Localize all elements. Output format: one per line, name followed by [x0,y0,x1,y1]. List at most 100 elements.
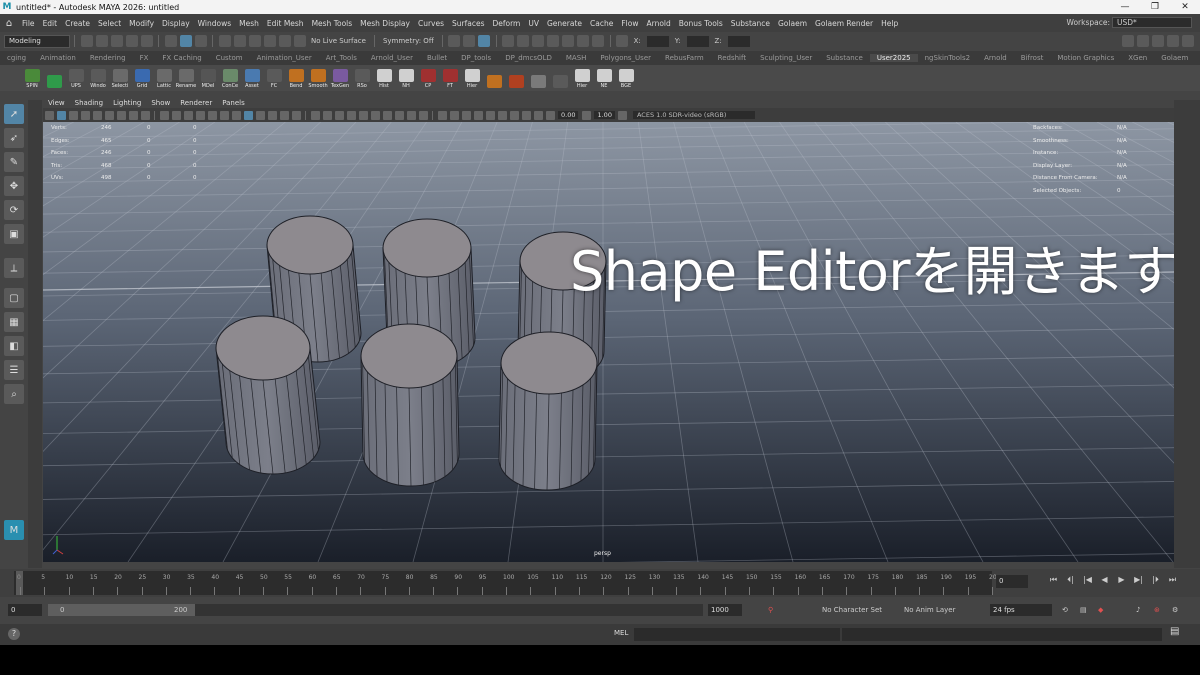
panel-tool-icon[interactable] [533,110,543,120]
rotate-tool-icon[interactable]: ⟳ [4,200,24,220]
snap-surface-icon[interactable] [278,35,291,47]
snap-point-icon[interactable] [248,35,261,47]
panel-tool-icon[interactable] [243,110,253,120]
select-tool-icon[interactable]: ➚ [4,104,24,124]
timeline-track[interactable]: 0510152025303540455055606570758085909510… [14,571,997,595]
menu-bonus-tools[interactable]: Bonus Tools [675,19,727,28]
panel-tool-icon[interactable] [104,110,114,120]
step-forward-key-icon[interactable]: |⏵ [1147,575,1164,585]
shelf-tab[interactable]: Arnold_User [364,54,420,62]
shelf-button[interactable]: FC [264,67,284,89]
panel-tool-icon[interactable] [406,110,416,120]
undo-icon[interactable] [125,35,138,47]
panel-tool-icon[interactable] [473,110,483,120]
fps-dropdown[interactable]: 24 fps [990,604,1052,616]
panel-tool-icon[interactable] [497,110,507,120]
panel-tool-icon[interactable] [334,110,344,120]
shelf-button[interactable]: Lattic [154,67,174,89]
mash-icon[interactable]: M [4,520,24,540]
hypershade-icon[interactable] [517,35,530,47]
menu-mesh-tools[interactable]: Mesh Tools [308,19,357,28]
play-backwards-icon[interactable]: ◀ [1096,575,1113,585]
snap-grid-icon[interactable] [218,35,231,47]
loop-icon[interactable]: ⟲ [1062,604,1068,616]
panel-tool-icon[interactable] [291,110,301,120]
snap-curve-icon[interactable] [233,35,246,47]
animation-end-field[interactable]: 1000 [708,604,742,616]
outliner-icon[interactable]: ☰ [4,360,24,380]
shelf-button[interactable]: FT [440,67,460,89]
shelf-button[interactable]: RSo [352,67,372,89]
panel-tool-icon[interactable] [370,110,380,120]
move-tool-icon[interactable]: ✥ [4,176,24,196]
menu-generate[interactable]: Generate [543,19,586,28]
shelf-button[interactable]: SPIN [22,67,42,89]
panel-tool-icon[interactable] [322,110,332,120]
step-back-key-icon[interactable]: ⏴| [1062,575,1079,585]
render-settings-icon[interactable] [502,35,515,47]
menu-golaem-render[interactable]: Golaem Render [811,19,877,28]
panel-tool-icon[interactable] [521,110,531,120]
menu-curves[interactable]: Curves [414,19,448,28]
colorspace-dropdown[interactable]: ACES 1.0 SDR-video (sRGB) [632,111,755,119]
menu-create[interactable]: Create [61,19,94,28]
panel-tool-icon[interactable] [56,110,66,120]
cache-icon[interactable]: ▤ [1080,604,1087,616]
current-frame-field[interactable]: 0 [996,575,1028,588]
tool-settings-icon[interactable] [1167,35,1179,47]
menu-set-dropdown[interactable]: Modeling [4,34,70,48]
color-management-icon[interactable] [618,110,628,120]
pause-ipr-icon[interactable] [592,35,605,47]
anim-layer-dropdown[interactable]: No Anim Layer [904,604,955,616]
y-field[interactable] [686,35,709,47]
panel-tool-icon[interactable] [80,110,90,120]
playback-start-field[interactable]: 0 [60,604,64,616]
select-by-component-icon[interactable] [194,35,207,47]
play-ipr-icon[interactable] [577,35,590,47]
last-tool-icon[interactable]: ⟂ [4,258,24,278]
shelf-tab[interactable]: Arnold [977,54,1014,62]
go-to-start-icon[interactable]: ⏮ [1045,575,1062,585]
panel-tool-icon[interactable] [437,110,447,120]
close-button[interactable]: ✕ [1170,0,1200,14]
panel-tool-icon[interactable] [116,110,126,120]
shelf-tab[interactable]: Substance [819,54,870,62]
shelf-tab[interactable]: DP_dmcsOLD [498,54,559,62]
menu-file[interactable]: File [18,19,39,28]
outliner-tab[interactable] [28,100,42,568]
gamma-field[interactable]: 1.00 [594,111,615,119]
shelf-button[interactable]: Hier [572,67,592,89]
scale-tool-icon[interactable]: ▣ [4,224,24,244]
x-field[interactable] [646,35,669,47]
go-to-end-icon[interactable]: ⏭ [1164,575,1181,585]
panel-tool-icon[interactable] [92,110,102,120]
menu-cache[interactable]: Cache [586,19,617,28]
z-field[interactable] [727,35,750,47]
shelf-button[interactable]: TexGen [330,67,350,89]
four-view-icon[interactable]: ▦ [4,312,24,332]
menu-uv[interactable]: UV [524,19,543,28]
panel-tool-icon[interactable] [128,110,138,120]
maximize-button[interactable]: ❐ [1140,0,1170,14]
attribute-editor-icon[interactable] [1152,35,1164,47]
single-view-icon[interactable]: ▢ [4,288,24,308]
shelf-button[interactable]: ConCe [220,67,240,89]
perspective-viewport[interactable]: Verts: 246 0 0 Edges: 465 0 0 Faces: 246 0 0 Tris: 46… [43,122,1174,562]
persp-outliner-icon[interactable]: ◧ [4,336,24,356]
panel-menu-panels[interactable]: Panels [217,99,250,107]
save-scene-icon[interactable] [110,35,123,47]
menu-golaem[interactable]: Golaem [774,19,811,28]
arnold-render-icon[interactable] [547,35,560,47]
shelf-button[interactable]: Grid [132,67,152,89]
menu-edit[interactable]: Edit [39,19,62,28]
shelf-button[interactable]: CP [418,67,438,89]
panel-menu-lighting[interactable]: Lighting [108,99,146,107]
panel-tool-icon[interactable] [219,110,229,120]
shelf-tab[interactable]: DP_tools [454,54,498,62]
shelf-button[interactable]: Smooth [308,67,328,89]
menu-mesh[interactable]: Mesh [235,19,263,28]
shelf-button[interactable]: Bend [286,67,306,89]
home-icon[interactable]: ⌂ [0,18,18,29]
menu-modify[interactable]: Modify [125,19,158,28]
panel-tool-icon[interactable] [418,110,428,120]
